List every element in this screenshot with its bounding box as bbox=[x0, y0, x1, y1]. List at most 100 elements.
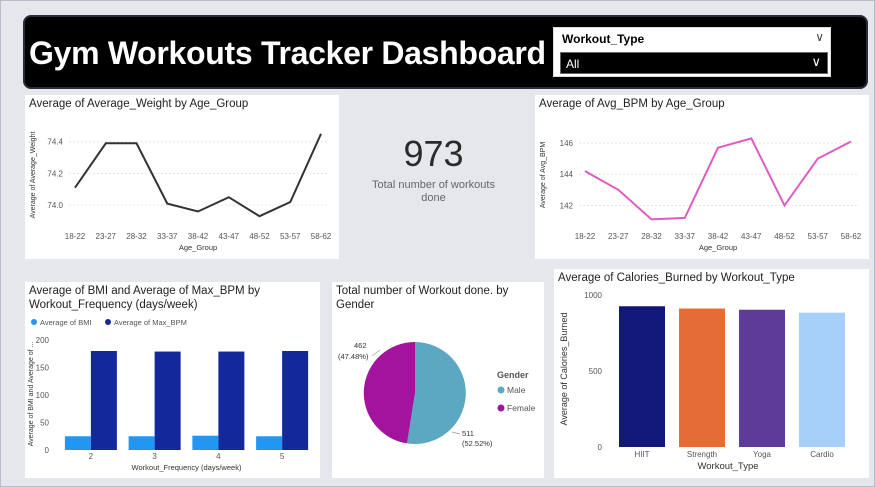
kpi-value: 973 bbox=[403, 133, 464, 174]
pie-legend-label: Female bbox=[507, 403, 536, 413]
dashboard-canvas: Gym Workouts Tracker Dashboard Workout_T… bbox=[0, 0, 875, 487]
bpm-xtick-label: 28-32 bbox=[641, 232, 662, 241]
slicer-dropdown[interactable]: All ∨ bbox=[560, 52, 828, 74]
bpm-xtick-label: 38-42 bbox=[708, 232, 729, 241]
weight-xtick-label: 23-27 bbox=[96, 232, 117, 241]
pie-data-label-female-count: 462 bbox=[354, 341, 367, 350]
weight-xtick-label: 33-37 bbox=[157, 232, 178, 241]
calories-ytick-label: 500 bbox=[589, 367, 603, 376]
bmi-legend-marker bbox=[31, 319, 37, 325]
bmi-bar bbox=[218, 351, 245, 450]
bmi-legend-label: Average of BMI bbox=[40, 318, 92, 327]
bpm-xtick-label: 48-52 bbox=[774, 232, 795, 241]
pie-data-label-female-percent: (47.48%) bbox=[338, 352, 369, 361]
bpm-xtick-label: 33-37 bbox=[675, 232, 696, 241]
pie-legend-marker bbox=[497, 386, 505, 394]
calories-y-axis-title: Average of Calories_Burned bbox=[559, 313, 569, 426]
weight-chart-title: Average of Average_Weight by Age_Group bbox=[29, 98, 249, 110]
weight-series-line bbox=[74, 133, 322, 218]
kpi-label: Total number of workouts done bbox=[372, 179, 495, 204]
weight-ytick-label: 74.0 bbox=[47, 201, 63, 210]
calories-xtick-label: Strength bbox=[687, 450, 717, 459]
weight-line-chart: 74.0 74.2 74.4 18-22 23-27 28-32 33-37 38-42 43-… bbox=[30, 132, 332, 252]
bmi-ytick-label: 50 bbox=[40, 419, 49, 428]
calories-ytick-label: 1000 bbox=[584, 291, 602, 300]
weight-xtick-label: 28-32 bbox=[126, 232, 147, 241]
bpm-xtick-label: 18-22 bbox=[575, 232, 596, 241]
weight-xtick-label: 48-52 bbox=[249, 232, 270, 241]
bpm-x-axis-title: Age_Group bbox=[699, 243, 737, 252]
bmi-maxbpm-chart-panel[interactable]: Average of BMI and Average of Max_BPM by… bbox=[25, 282, 320, 478]
bmi-xtick-label: 2 bbox=[89, 452, 94, 461]
bmi-bar bbox=[90, 351, 117, 450]
bmi-bar bbox=[256, 436, 283, 450]
pie-legend-title: Gender bbox=[497, 370, 529, 380]
bmi-chart-title: Average of BMI and Average of Max_BPM by… bbox=[29, 284, 260, 312]
pie-slice-female bbox=[363, 341, 415, 444]
bmi-ytick-label: 150 bbox=[36, 364, 50, 373]
bpm-xtick-label: 58-62 bbox=[841, 232, 862, 241]
bmi-legend-label: Average of Max_BPM bbox=[114, 318, 187, 327]
weight-y-axis-title: Average of Average_Weight bbox=[30, 132, 37, 219]
calories-chart-title: Average of Calories_Burned by Workout_Ty… bbox=[558, 272, 795, 284]
calories-bar-chart: 0 500 1000 HIIT Strength Yoga Cardio Workout_Ty… bbox=[559, 291, 845, 472]
bpm-xtick-label: 23-27 bbox=[608, 232, 629, 241]
bpm-series-line bbox=[584, 137, 852, 221]
gender-chart-title-line2: Gender bbox=[336, 299, 375, 311]
bmi-bar bbox=[64, 436, 91, 450]
bmi-ytick-label: 200 bbox=[36, 336, 50, 345]
calories-bar-yoga bbox=[739, 309, 785, 447]
bmi-legend-marker bbox=[105, 319, 111, 325]
workout-type-slicer[interactable]: Workout_Type ∨ All ∨ bbox=[553, 27, 831, 77]
calories-chart-panel[interactable]: Average of Calories_Burned by Workout_Ty… bbox=[554, 269, 869, 478]
bmi-xtick-label: 4 bbox=[216, 452, 221, 461]
bmi-ytick-label: 0 bbox=[45, 446, 50, 455]
bmi-ytick-label: 100 bbox=[36, 391, 50, 400]
dropdown-chevron-icon[interactable]: ∨ bbox=[811, 54, 821, 70]
bmi-bar bbox=[192, 435, 219, 450]
weight-ytick-label: 74.4 bbox=[47, 138, 63, 147]
bmi-bar bbox=[128, 436, 155, 450]
weight-ytick-label: 74.2 bbox=[47, 169, 63, 178]
weight-xtick-label: 18-22 bbox=[65, 232, 86, 241]
calories-xtick-label: HIIT bbox=[634, 450, 649, 459]
bmi-bar bbox=[282, 351, 309, 450]
weight-chart-panel[interactable]: Average of Average_Weight by Age_Group 7… bbox=[25, 95, 339, 259]
pie-label-leader bbox=[371, 349, 381, 357]
weight-x-axis-title: Age_Group bbox=[179, 243, 217, 252]
calories-bar-strength bbox=[679, 308, 725, 447]
bpm-xtick-label: 53-57 bbox=[808, 232, 829, 241]
gender-pie-panel[interactable]: Total number of Workout done. by Gender … bbox=[332, 282, 544, 478]
calories-x-axis-title: Workout_Type bbox=[697, 461, 758, 472]
pie-legend-label: Male bbox=[507, 385, 526, 395]
pie-slice-male bbox=[407, 342, 466, 444]
bmi-bar bbox=[154, 351, 181, 450]
gender-chart-title: Total number of Workout done. by Gender bbox=[336, 284, 508, 312]
gender-chart-title-line1: Total number of Workout done. by bbox=[336, 285, 509, 297]
bmi-chart-title-line2: Workout_Frequency (days/week) bbox=[29, 299, 198, 311]
bpm-ytick-label: 142 bbox=[560, 201, 574, 210]
calories-ytick-label: 0 bbox=[598, 443, 603, 452]
calories-bar-cardio bbox=[799, 312, 845, 447]
bpm-chart-panel[interactable]: Average of Avg_BPM by Age_Group 142 144 14… bbox=[535, 95, 869, 259]
bpm-y-axis-title: Average of Avg_BPM bbox=[540, 142, 547, 208]
bpm-ytick-label: 144 bbox=[560, 170, 574, 179]
bpm-chart-title: Average of Avg_BPM by Age_Group bbox=[539, 98, 725, 110]
weight-xtick-label: 38-42 bbox=[188, 232, 209, 241]
bmi-y-axis-title: Average of BMI and Average of ... bbox=[28, 342, 35, 447]
bmi-xtick-label: 3 bbox=[152, 452, 157, 461]
calories-bar-hiit bbox=[619, 306, 665, 447]
bpm-ytick-label: 146 bbox=[560, 139, 574, 148]
pie-legend-marker bbox=[497, 404, 505, 412]
pie-data-label-male-count: 511 bbox=[462, 429, 474, 438]
chevron-down-icon[interactable]: ∨ bbox=[815, 30, 824, 44]
weight-xtick-label: 53-57 bbox=[280, 232, 301, 241]
bpm-xtick-label: 43-47 bbox=[741, 232, 762, 241]
bmi-xtick-label: 5 bbox=[280, 452, 285, 461]
slicer-selected-value: All bbox=[566, 57, 580, 71]
pie-data-label-male-percent: (52.52%) bbox=[462, 439, 493, 448]
bmi-x-axis-title: Workout_Frequency (days/week) bbox=[132, 463, 242, 472]
slicer-label: Workout_Type bbox=[562, 32, 645, 46]
pie-label-leader bbox=[451, 431, 461, 435]
dashboard-title: Gym Workouts Tracker Dashboard bbox=[29, 35, 546, 71]
